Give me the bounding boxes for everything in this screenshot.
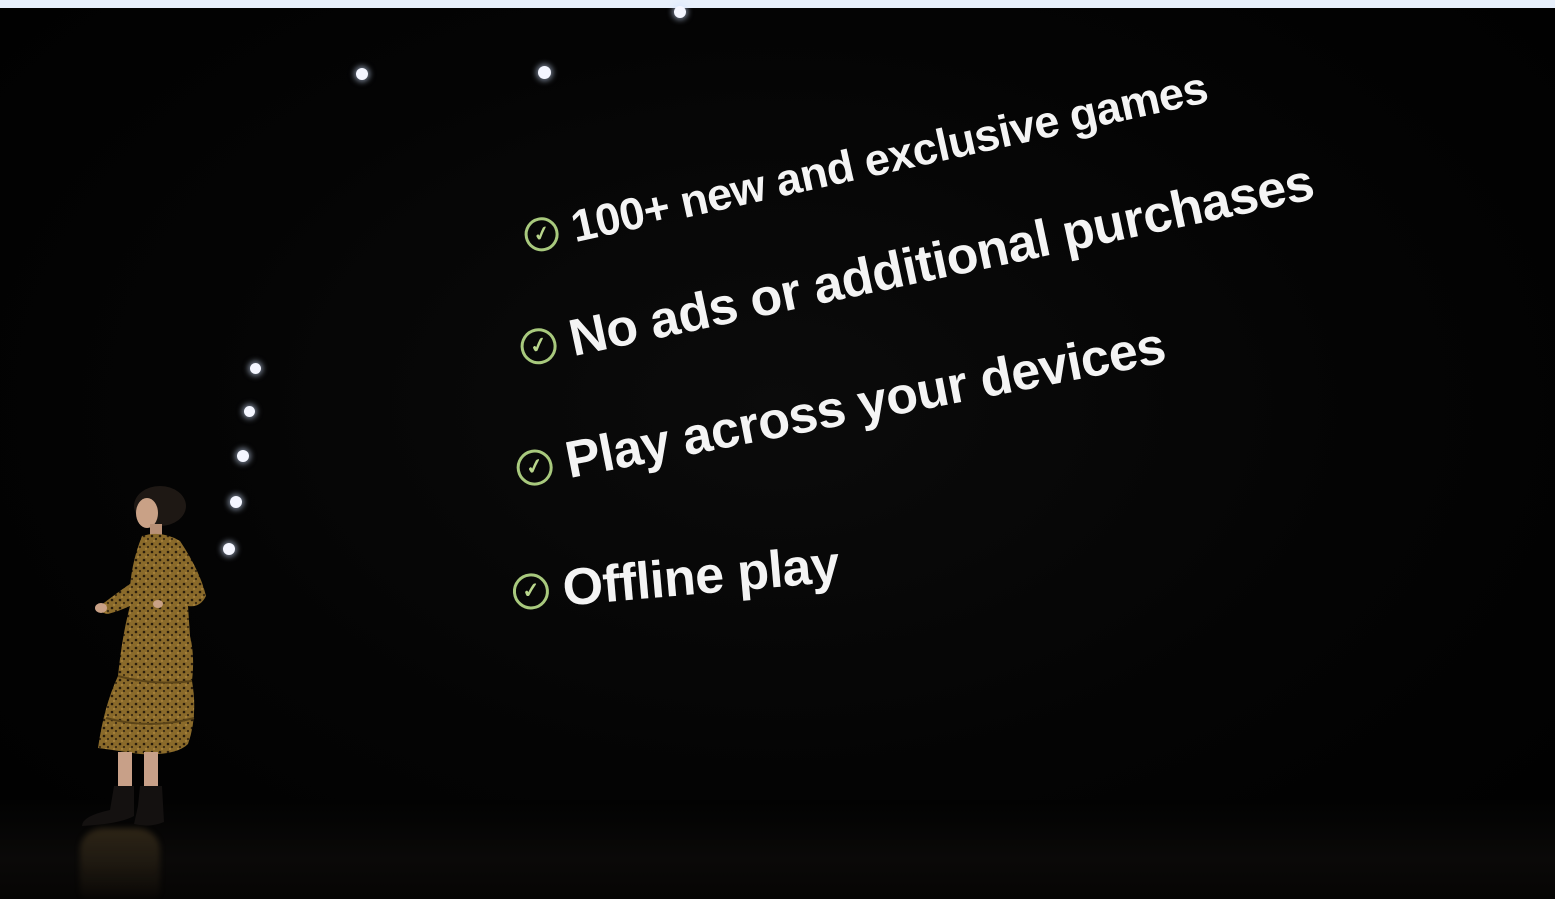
feature-list: ✓ 100+ new and exclusive games ✓ No ads … bbox=[0, 0, 1555, 899]
keynote-stage: ✓ 100+ new and exclusive games ✓ No ads … bbox=[0, 0, 1555, 899]
feature-item: ✓ Offline play bbox=[510, 535, 841, 623]
check-circle-icon: ✓ bbox=[517, 324, 560, 368]
check-circle-icon: ✓ bbox=[521, 214, 562, 255]
feature-label: Offline play bbox=[560, 535, 842, 618]
check-circle-icon: ✓ bbox=[513, 446, 556, 489]
check-circle-icon: ✓ bbox=[511, 571, 551, 611]
